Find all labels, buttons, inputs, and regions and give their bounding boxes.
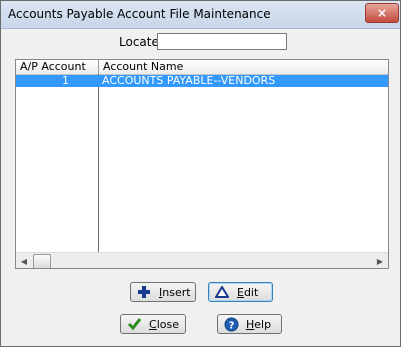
help-label: Help (246, 317, 272, 331)
scrollbar-thumb[interactable] (33, 254, 51, 268)
title-bar[interactable]: Accounts Payable Account File Maintenanc… (1, 1, 400, 29)
svg-text:?: ? (228, 320, 234, 331)
dialog-window: Accounts Payable Account File Maintenanc… (0, 0, 401, 347)
column-header-ap-account[interactable]: A/P Account (16, 60, 99, 74)
help-button[interactable]: ? Help (217, 314, 282, 334)
scroll-left-arrow-icon[interactable]: ◀ (16, 253, 32, 268)
close-label: Close (149, 317, 179, 331)
close-icon: × (376, 6, 388, 20)
cell-account-name: ACCOUNTS PAYABLE--VENDORS (102, 74, 276, 87)
account-grid[interactable]: A/P Account Account Name 1 ACCOUNTS PAYA… (15, 59, 389, 269)
table-row[interactable]: 1 ACCOUNTS PAYABLE--VENDORS (16, 75, 388, 87)
triangle-icon (213, 284, 231, 300)
column-divider (98, 74, 99, 252)
cell-ap-account: 1 (62, 74, 69, 87)
edit-label: Edit (237, 285, 259, 299)
window-close-button[interactable]: × (365, 3, 399, 23)
close-button[interactable]: Close (120, 314, 186, 334)
locate-input[interactable] (157, 33, 287, 50)
edit-button[interactable]: Edit (208, 282, 273, 302)
scroll-right-arrow-icon[interactable]: ▶ (372, 253, 388, 268)
horizontal-scrollbar[interactable]: ◀ ▶ (16, 252, 388, 268)
question-icon: ? (222, 316, 240, 332)
column-header-account-name[interactable]: Account Name (99, 60, 388, 74)
plus-icon (135, 284, 153, 300)
checkmark-icon (125, 316, 143, 332)
insert-label: Insert (159, 285, 191, 299)
insert-button[interactable]: Insert (130, 282, 196, 302)
window-title: Accounts Payable Account File Maintenanc… (8, 7, 271, 21)
grid-header: A/P Account Account Name (16, 60, 388, 75)
